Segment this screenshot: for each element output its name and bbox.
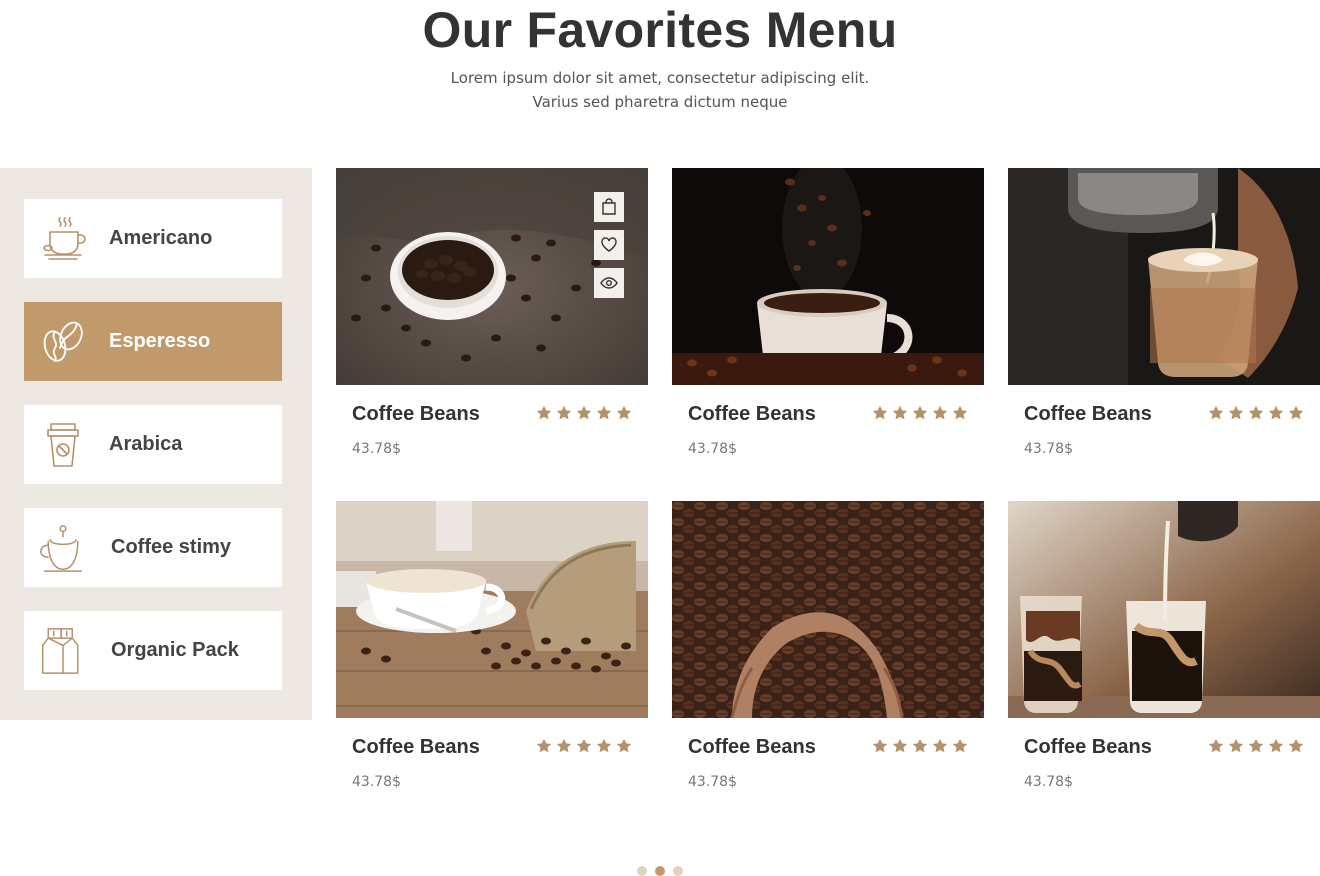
section-header: Our Favorites Menu Lorem ipsum dolor sit…: [0, 0, 1320, 114]
star-icon: [536, 738, 552, 753]
product-image-cup-and-bean-sack[interactable]: [336, 501, 648, 718]
pagination-dot-2[interactable]: [655, 866, 665, 876]
star-icon: [616, 405, 632, 420]
star-icon: [892, 738, 908, 753]
star-icon: [1288, 738, 1304, 753]
star-icon: [576, 738, 592, 753]
pagination-dot-3[interactable]: [673, 866, 683, 876]
product-card[interactable]: Coffee Beans 43.78$: [336, 501, 648, 790]
star-icon: [1268, 405, 1284, 420]
product-image-hands-holding-beans[interactable]: [672, 501, 984, 718]
subtitle-line-1: Lorem ipsum dolor sit amet, consectetur …: [450, 69, 870, 87]
product-price: 43.78$: [1024, 441, 1073, 457]
star-icon: [912, 405, 928, 420]
rating-stars: [1208, 738, 1304, 754]
star-icon: [1228, 738, 1244, 753]
rating-stars: [872, 738, 968, 754]
page-subtitle: Lorem ipsum dolor sit amet, consectetur …: [0, 66, 1320, 114]
product-card[interactable]: Coffee Beans 43.78$: [1008, 501, 1320, 790]
star-icon: [912, 738, 928, 753]
star-icon: [872, 405, 888, 420]
heart-icon[interactable]: [594, 230, 624, 260]
pagination-dots: [637, 866, 683, 876]
product-title[interactable]: Coffee Beans: [352, 403, 480, 426]
eye-icon[interactable]: [594, 268, 624, 298]
star-icon: [872, 738, 888, 753]
product-image-iced-coffee-glasses[interactable]: [1008, 501, 1320, 718]
star-icon: [596, 738, 612, 753]
product-title[interactable]: Coffee Beans: [352, 736, 480, 759]
star-icon: [556, 405, 572, 420]
star-icon: [1248, 405, 1264, 420]
category-arabica[interactable]: Arabica: [24, 405, 282, 484]
rating-stars: [1208, 405, 1304, 421]
product-image-bowl-of-coffee-beans[interactable]: [336, 168, 648, 385]
coffee-bag-icon: [39, 627, 87, 675]
pagination-dot-1[interactable]: [637, 866, 647, 876]
star-icon: [932, 738, 948, 753]
rating-stars: [536, 405, 632, 421]
coffee-mug-icon: [39, 524, 87, 572]
category-label: Organic Pack: [111, 639, 239, 661]
category-label: Arabica: [109, 433, 183, 455]
star-icon: [892, 405, 908, 420]
star-icon: [1208, 405, 1224, 420]
category-label: Coffee stimy: [111, 536, 232, 558]
rating-stars: [536, 738, 632, 754]
category-coffee-stimy[interactable]: Coffee stimy: [24, 508, 282, 587]
product-price: 43.78$: [688, 774, 737, 790]
product-price: 43.78$: [1024, 774, 1073, 790]
star-icon: [1268, 738, 1284, 753]
star-icon: [952, 738, 968, 753]
coffee-beans-icon: [39, 318, 87, 366]
category-esperesso[interactable]: Esperesso: [24, 302, 282, 381]
product-card[interactable]: Coffee Beans 43.78$: [1008, 168, 1320, 457]
subtitle-line-2: Varius sed pharetra dictum neque: [532, 93, 788, 111]
card-actions: [594, 192, 624, 298]
coffee-cup-steam-icon: [39, 215, 87, 263]
star-icon: [1248, 738, 1264, 753]
product-image-latte-art-pour[interactable]: [1008, 168, 1320, 385]
star-icon: [1208, 738, 1224, 753]
product-card[interactable]: Coffee Beans 43.78$: [672, 501, 984, 790]
rating-stars: [872, 405, 968, 421]
product-price: 43.78$: [688, 441, 737, 457]
category-sidebar: Americano Esperesso Arabica Coffee stimy…: [0, 168, 312, 720]
product-card[interactable]: Coffee Beans 43.78$: [336, 168, 648, 457]
page-title: Our Favorites Menu: [422, 2, 898, 58]
product-title[interactable]: Coffee Beans: [1024, 403, 1152, 426]
star-icon: [932, 405, 948, 420]
product-price: 43.78$: [352, 774, 401, 790]
category-label: Americano: [109, 227, 213, 249]
product-title[interactable]: Coffee Beans: [1024, 736, 1152, 759]
star-icon: [536, 405, 552, 420]
star-icon: [616, 738, 632, 753]
category-americano[interactable]: Americano: [24, 199, 282, 278]
product-title[interactable]: Coffee Beans: [688, 403, 816, 426]
star-icon: [1288, 405, 1304, 420]
product-price: 43.78$: [352, 441, 401, 457]
takeaway-cup-icon: [39, 421, 87, 469]
star-icon: [952, 405, 968, 420]
product-title[interactable]: Coffee Beans: [688, 736, 816, 759]
star-icon: [556, 738, 572, 753]
shopping-bag-icon[interactable]: [594, 192, 624, 222]
star-icon: [596, 405, 612, 420]
star-icon: [576, 405, 592, 420]
category-label: Esperesso: [109, 330, 211, 352]
product-image-beans-falling-into-cup[interactable]: [672, 168, 984, 385]
star-icon: [1228, 405, 1244, 420]
product-card[interactable]: Coffee Beans 43.78$: [672, 168, 984, 457]
category-organic-pack[interactable]: Organic Pack: [24, 611, 282, 690]
